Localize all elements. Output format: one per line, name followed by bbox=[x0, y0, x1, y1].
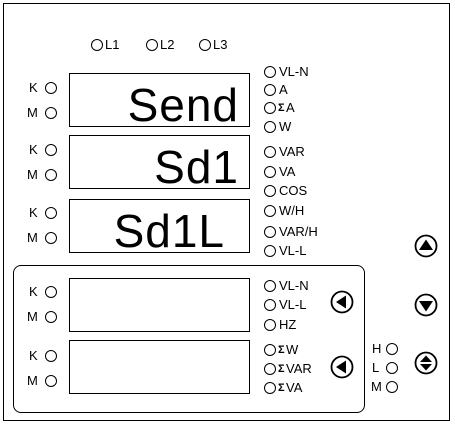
display4-m-label: M bbox=[27, 309, 38, 324]
indicator-label: COS bbox=[279, 183, 308, 198]
led-l2-label: L2 bbox=[160, 37, 175, 52]
led-l1 bbox=[91, 39, 103, 51]
led-l3-label: L3 bbox=[213, 37, 228, 52]
select-left-button-2[interactable] bbox=[330, 355, 354, 379]
display-4 bbox=[69, 278, 250, 332]
m-led bbox=[386, 381, 398, 393]
display-3: Sd1L bbox=[69, 199, 250, 257]
indicator-led bbox=[264, 344, 276, 356]
indicator-label: HZ bbox=[279, 317, 297, 332]
indicator-led bbox=[264, 185, 276, 197]
indicator-label: VAR/H bbox=[279, 224, 318, 239]
display-2: Sd1 bbox=[69, 135, 250, 193]
indicator-label: VAR bbox=[279, 144, 305, 159]
indicator-led bbox=[264, 66, 276, 78]
indicator-led bbox=[264, 245, 276, 257]
display5-m-led bbox=[45, 375, 57, 387]
m-label: M bbox=[371, 379, 382, 394]
display2-m-label: M bbox=[27, 167, 38, 182]
display3-m-label: M bbox=[27, 230, 38, 245]
indicator-led bbox=[264, 121, 276, 133]
indicator-label: A bbox=[286, 100, 295, 115]
sigma-icon: Σ bbox=[278, 344, 285, 356]
triangle-down-icon bbox=[414, 293, 438, 317]
indicator-led bbox=[264, 205, 276, 217]
up-down-button[interactable] bbox=[414, 351, 438, 375]
indicator-label: VAR bbox=[286, 361, 312, 376]
indicator-label: VL-N bbox=[279, 64, 309, 79]
indicator-label: W bbox=[279, 119, 292, 134]
up-down-icon bbox=[414, 351, 438, 375]
sigma-icon: Σ bbox=[278, 102, 285, 114]
led-l2 bbox=[146, 39, 158, 51]
display-1: Send bbox=[69, 73, 250, 131]
down-button[interactable] bbox=[414, 293, 438, 317]
indicator-led bbox=[264, 363, 276, 375]
display4-k-led bbox=[45, 286, 57, 298]
display5-k-label: K bbox=[29, 348, 38, 363]
display-1-text: Send bbox=[127, 79, 239, 131]
indicator-led bbox=[264, 319, 276, 331]
display3-m-led bbox=[45, 232, 57, 244]
display-5 bbox=[69, 340, 250, 394]
display-3-text: Sd1L bbox=[113, 205, 225, 257]
select-left-button-1[interactable] bbox=[330, 290, 354, 314]
l-led bbox=[386, 362, 398, 374]
indicator-label: VA bbox=[286, 380, 303, 395]
indicator-label: W/H bbox=[279, 203, 305, 218]
led-l3 bbox=[199, 39, 211, 51]
display3-k-label: K bbox=[29, 205, 38, 220]
display1-k-label: K bbox=[29, 80, 38, 95]
up-button[interactable] bbox=[414, 234, 438, 258]
indicator-label: A bbox=[279, 82, 288, 97]
indicator-label: VA bbox=[279, 164, 296, 179]
h-label: H bbox=[372, 341, 382, 356]
indicator-led bbox=[264, 84, 276, 96]
display-2-text: Sd1 bbox=[154, 141, 239, 193]
indicator-led bbox=[264, 226, 276, 238]
triangle-up-icon bbox=[414, 234, 438, 258]
display2-k-label: K bbox=[29, 142, 38, 157]
display5-k-led bbox=[45, 350, 57, 362]
display2-k-led bbox=[45, 144, 57, 156]
indicator-led bbox=[264, 102, 276, 114]
triangle-left-icon bbox=[330, 355, 354, 379]
display1-k-led bbox=[45, 82, 57, 94]
display4-k-label: K bbox=[29, 284, 38, 299]
indicator-label: W bbox=[286, 342, 299, 357]
indicator-led bbox=[264, 382, 276, 394]
l-label: L bbox=[372, 360, 380, 375]
sigma-icon: Σ bbox=[278, 382, 285, 394]
indicator-label: VL-N bbox=[279, 278, 309, 293]
indicator-led bbox=[264, 280, 276, 292]
display2-m-led bbox=[45, 169, 57, 181]
led-l1-label: L1 bbox=[105, 37, 120, 52]
display5-m-label: M bbox=[27, 373, 38, 388]
display1-m-label: M bbox=[27, 105, 38, 120]
indicator-led bbox=[264, 166, 276, 178]
h-led bbox=[386, 343, 398, 355]
display1-m-led bbox=[45, 107, 57, 119]
sigma-icon: Σ bbox=[278, 363, 285, 375]
display3-k-led bbox=[45, 207, 57, 219]
display4-m-led bbox=[45, 311, 57, 323]
triangle-left-icon bbox=[330, 290, 354, 314]
indicator-led bbox=[264, 299, 276, 311]
indicator-label: VL-L bbox=[279, 243, 307, 258]
indicator-led bbox=[264, 146, 276, 158]
indicator-label: VL-L bbox=[279, 297, 307, 312]
